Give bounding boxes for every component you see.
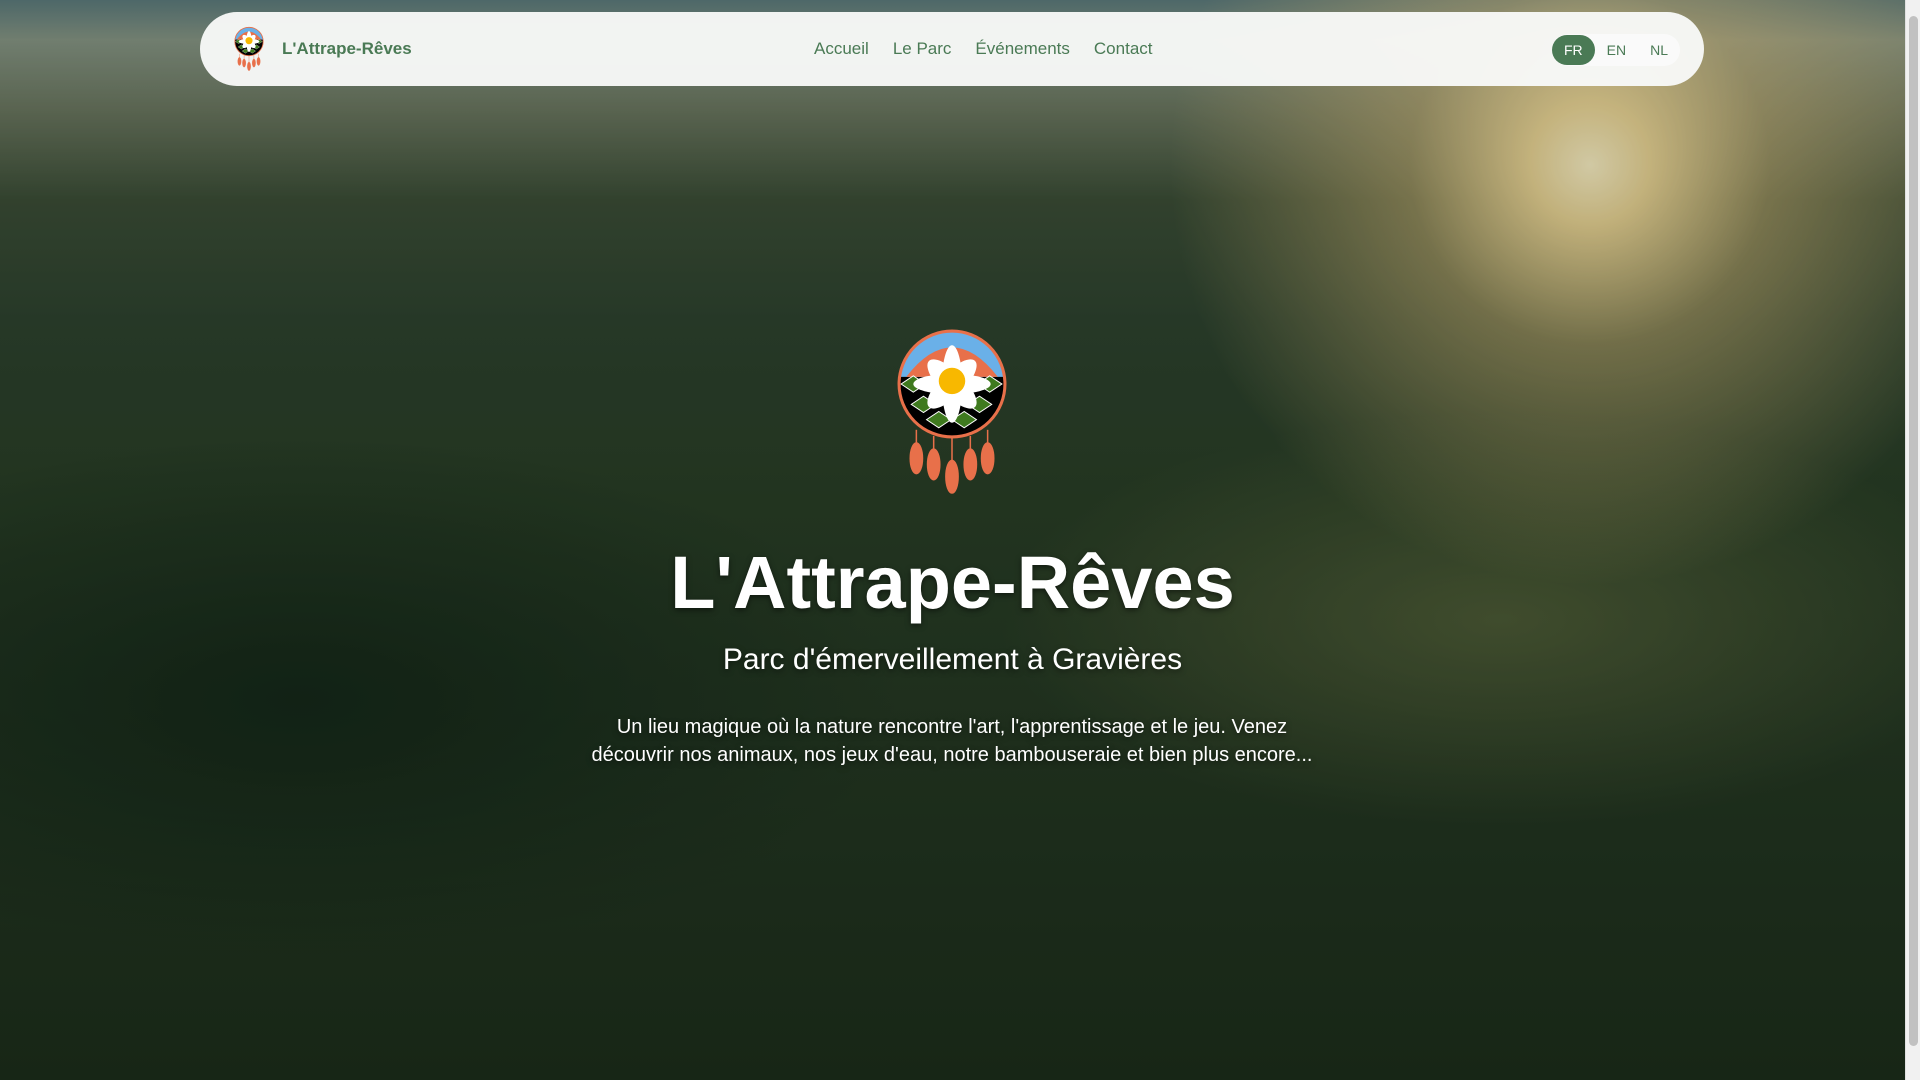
navbar: L'Attrape-Rêves Accueil Le Parc Événemen… [200, 12, 1704, 86]
nav-link-accueil[interactable]: Accueil [814, 39, 869, 59]
lang-en-button[interactable]: EN [1595, 35, 1638, 65]
nav-link-le-parc[interactable]: Le Parc [893, 39, 952, 59]
lang-nl-button[interactable]: NL [1638, 35, 1680, 65]
scrollbar[interactable] [1905, 0, 1920, 1080]
nav-link-evenements[interactable]: Événements [975, 39, 1070, 59]
scrollbar-thumb[interactable] [1909, 16, 1918, 1046]
nav-link-contact[interactable]: Contact [1094, 39, 1153, 59]
dreamcatcher-logo-icon [234, 26, 264, 72]
brand-link[interactable]: L'Attrape-Rêves [234, 26, 412, 72]
dreamcatcher-hero-logo-icon [896, 328, 1008, 496]
nav-links: Accueil Le Parc Événements Contact [814, 12, 1153, 86]
language-switcher: FR EN NL [1551, 34, 1680, 66]
lang-fr-button[interactable]: FR [1551, 35, 1595, 65]
hero-description: Un lieu magique où la nature rencontre l… [591, 716, 1313, 766]
hero-title: L'Attrape-Rêves [670, 541, 1235, 624]
brand-name: L'Attrape-Rêves [282, 39, 412, 58]
hero-subtitle: Parc d'émerveillement à Gravières [722, 643, 1183, 676]
